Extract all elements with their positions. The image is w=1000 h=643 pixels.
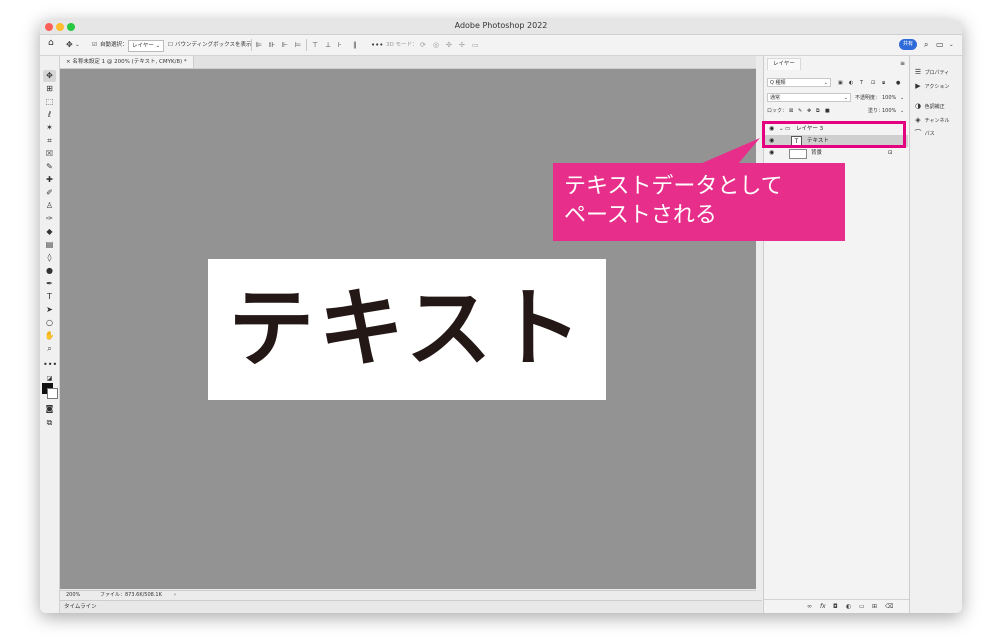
annotation-line-1: テキストデータとして bbox=[564, 174, 783, 199]
annotation-line-2: ペーストされる bbox=[564, 203, 717, 228]
annotation-callout: テキストデータとして ペーストされる bbox=[553, 163, 845, 241]
annotation-text: テキストデータとして ペーストされる bbox=[564, 172, 783, 230]
callout-tail bbox=[700, 138, 760, 164]
callout-pointer bbox=[700, 138, 760, 164]
